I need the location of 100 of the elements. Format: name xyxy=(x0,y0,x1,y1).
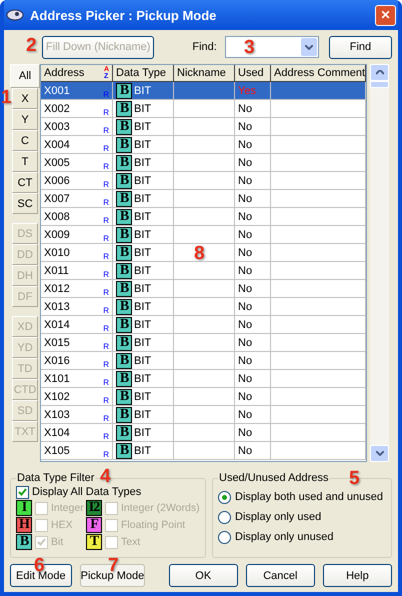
data-type-text: BIT xyxy=(134,210,152,222)
data-type-text: BIT xyxy=(134,174,152,186)
address-text: X004 xyxy=(44,138,70,150)
table-row[interactable]: X103 R B BIT No xyxy=(41,406,366,424)
scrollbar[interactable] xyxy=(370,64,389,462)
address-text: X102 xyxy=(44,390,70,402)
data-type-text: BIT xyxy=(134,228,152,240)
check-icon xyxy=(37,538,46,546)
find-label: Find: xyxy=(192,41,217,53)
address-text: X006 xyxy=(44,174,70,186)
radio-button[interactable] xyxy=(218,530,231,544)
flag-text: R xyxy=(103,252,109,261)
column-header[interactable]: Nickname xyxy=(174,65,235,82)
column-header[interactable]: Used xyxy=(235,65,271,82)
data-type-icon: B xyxy=(16,534,32,550)
flag-text: R xyxy=(103,126,109,135)
filter-tab[interactable]: X xyxy=(12,88,38,109)
dropdown-icon xyxy=(304,44,313,50)
data-type-text: BIT xyxy=(134,336,152,348)
callout-number: 5 xyxy=(349,469,360,488)
flag-text: R xyxy=(103,288,109,297)
filter-tab[interactable]: T xyxy=(12,151,38,172)
data-type-icon: B xyxy=(116,316,132,332)
address-text: X105 xyxy=(44,444,70,456)
data-type-icon: B xyxy=(116,190,132,206)
dialog-button[interactable]: Help xyxy=(322,564,392,587)
data-type-icon: B xyxy=(116,136,132,152)
address-text: X010 xyxy=(44,246,70,258)
data-type-icon: B xyxy=(116,172,132,188)
used-text: No xyxy=(238,318,252,330)
scroll-thumb[interactable] xyxy=(370,81,389,88)
table-row[interactable]: X005 R B BIT No xyxy=(41,154,366,172)
dialog-button[interactable]: Cancel xyxy=(246,564,315,587)
table-row[interactable]: X014 R B BIT No xyxy=(41,316,366,334)
table-row[interactable]: X011 R B BIT No xyxy=(41,262,366,280)
flag-text: R xyxy=(103,198,109,207)
table-row[interactable]: X007 R B BIT No xyxy=(41,190,366,208)
data-type-icon: B xyxy=(116,406,132,422)
data-type-icon: T xyxy=(86,534,102,550)
table-row[interactable]: X003 R B BIT No xyxy=(41,118,366,136)
address-text: X001 xyxy=(44,84,70,96)
flag-text: R xyxy=(103,216,109,225)
find-button[interactable]: Find xyxy=(328,36,392,58)
table-row[interactable]: X009 R B BIT No xyxy=(41,226,366,244)
used-text: No xyxy=(238,264,252,276)
data-type-text: BIT xyxy=(134,282,152,294)
radio-button[interactable] xyxy=(218,510,231,524)
address-text: X104 xyxy=(44,426,70,438)
filter-tab[interactable]: SC xyxy=(12,193,38,214)
flag-text: R xyxy=(103,450,109,459)
filter-tab[interactable]: Y xyxy=(12,109,38,130)
callout-number: 8 xyxy=(194,244,205,263)
filter-tab[interactable]: C xyxy=(12,130,38,151)
data-type-icon: B xyxy=(116,244,132,260)
address-text: X009 xyxy=(44,228,70,240)
table-row[interactable]: X001 R B BIT Yes xyxy=(41,82,366,100)
flag-text: R xyxy=(103,324,109,333)
data-type-icon: I xyxy=(16,500,32,516)
checkbox[interactable] xyxy=(16,486,29,498)
used-text: No xyxy=(238,246,252,258)
find-field[interactable] xyxy=(224,36,319,58)
callout-number: 2 xyxy=(26,36,37,55)
filter-tab[interactable]: All xyxy=(10,64,40,88)
close-button[interactable]: ✕ xyxy=(375,4,396,26)
filter-tab[interactable]: CT xyxy=(12,172,38,193)
used-text: No xyxy=(238,444,252,456)
flag-text: R xyxy=(103,342,109,351)
table-row[interactable]: X016 R B BIT No xyxy=(41,352,366,370)
data-type-text: BIT xyxy=(134,156,152,168)
table-row[interactable]: X101 R B BIT No xyxy=(41,370,366,388)
table-row[interactable]: X013 R B BIT No xyxy=(41,298,366,316)
flag-text: R xyxy=(103,270,109,279)
data-type-icon: B xyxy=(116,82,132,98)
table-row[interactable]: X008 R B BIT No xyxy=(41,208,366,226)
data-type-text: BIT xyxy=(134,318,152,330)
table-row[interactable]: X012 R B BIT No xyxy=(41,280,366,298)
used-text: No xyxy=(238,336,252,348)
used-text: No xyxy=(238,138,252,150)
flag-text: R xyxy=(103,360,109,369)
table-row[interactable]: X015 R B BIT No xyxy=(41,334,366,352)
checkbox-label: Text xyxy=(121,536,140,548)
dialog-button[interactable]: OK xyxy=(168,564,238,587)
column-header[interactable]: Data Type xyxy=(113,65,174,82)
flag-text: R xyxy=(103,90,109,99)
table-row[interactable]: X004 R B BIT No xyxy=(41,136,366,154)
flag-text: R xyxy=(103,432,109,441)
flag-text: R xyxy=(103,396,109,405)
address-text: X015 xyxy=(44,336,70,348)
radio-button[interactable] xyxy=(218,490,231,504)
column-header[interactable]: Address Comment xyxy=(271,65,366,82)
data-type-text: BIT xyxy=(134,138,152,150)
table-row[interactable]: X102 R B BIT No xyxy=(41,388,366,406)
data-type-icon: F xyxy=(86,517,102,533)
table-row[interactable]: X104 R B BIT No xyxy=(41,424,366,442)
data-type-icon: B xyxy=(116,280,132,296)
scroll-down-icon xyxy=(376,451,384,456)
table-row[interactable]: X002 R B BIT No xyxy=(41,100,366,118)
table-row[interactable]: X006 R B BIT No xyxy=(41,172,366,190)
table-row[interactable]: X105 R B BIT No xyxy=(41,442,366,460)
data-type-icon: B xyxy=(116,334,132,350)
